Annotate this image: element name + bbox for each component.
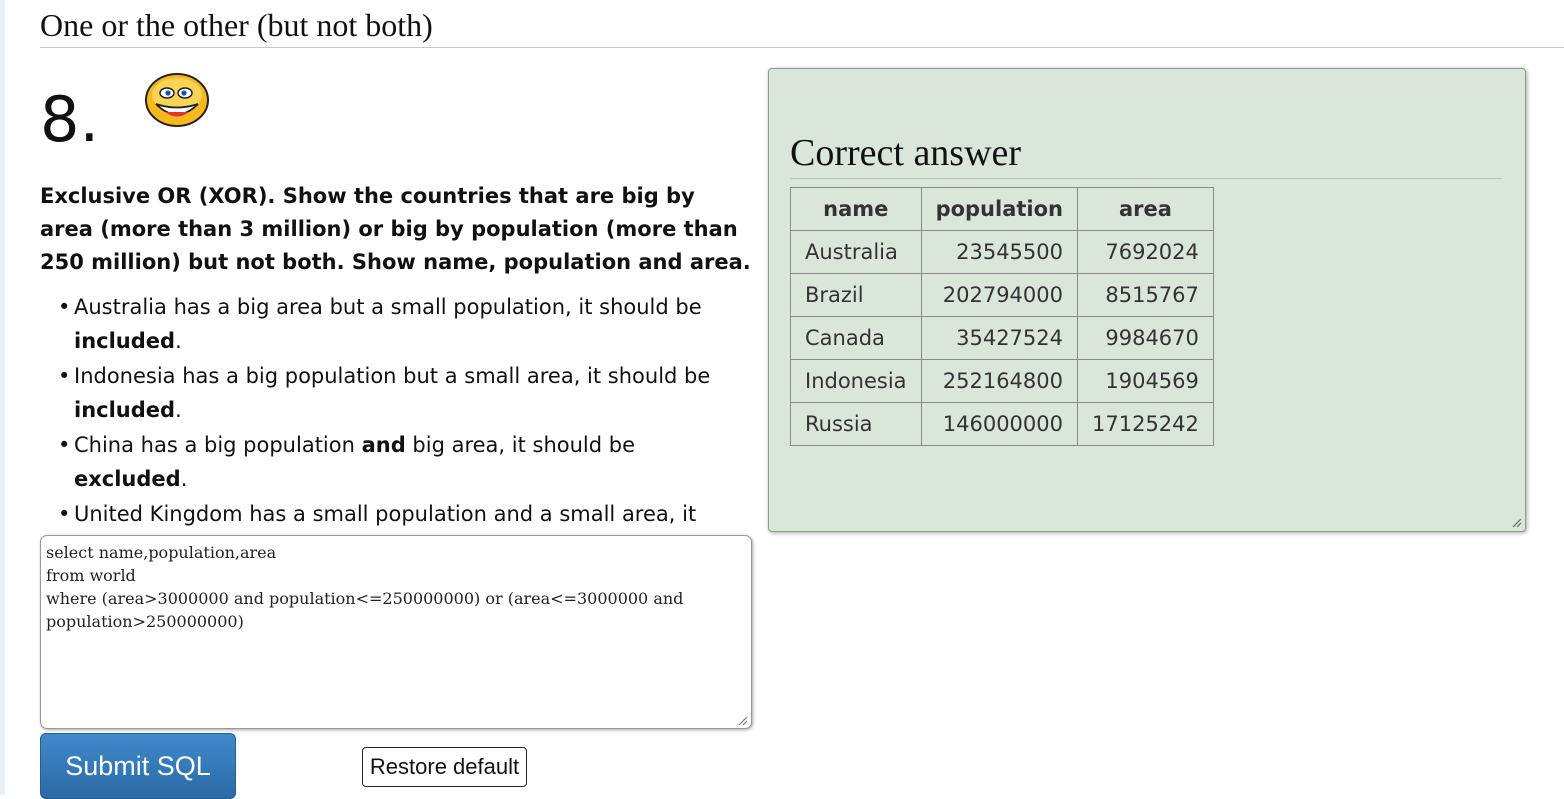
cell-name: Brazil <box>790 273 922 317</box>
cell-name: Indonesia <box>790 359 922 403</box>
column-header-name: name <box>790 187 922 231</box>
cell-population: 202794000 <box>920 273 1079 317</box>
table-row: Indonesia 252164800 1904569 <box>790 359 1214 403</box>
list-item: China has a big population and big area,… <box>40 428 752 496</box>
cell-population: 23545500 <box>920 230 1079 274</box>
restore-default-button[interactable]: Restore default <box>362 747 527 787</box>
answer-table: name population area Australia 23545500 … <box>790 187 1214 446</box>
cell-area: 1904569 <box>1077 359 1214 403</box>
resize-grip-icon[interactable] <box>1511 517 1522 528</box>
answer-title: Correct answer <box>790 131 1502 179</box>
hint-list: Australia has a big area but a small pop… <box>40 290 752 566</box>
table-row: Australia 23545500 7692024 <box>790 230 1214 274</box>
sql-editor[interactable]: select name,population,area from world w… <box>40 535 752 729</box>
question-number: 8. <box>40 83 100 156</box>
correct-answer-panel: Correct answer name population area Aust… <box>768 68 1526 532</box>
list-item: Australia has a big area but a small pop… <box>40 290 752 358</box>
section-title: One or the other (but not both) <box>40 4 1564 48</box>
cell-population: 35427524 <box>920 316 1079 360</box>
list-item: Indonesia has a big population but a sma… <box>40 359 752 427</box>
cell-area: 17125242 <box>1077 402 1214 446</box>
resize-grip-icon[interactable] <box>737 715 748 726</box>
cell-population: 146000000 <box>920 402 1079 446</box>
cell-area: 9984670 <box>1077 316 1214 360</box>
cell-population: 252164800 <box>920 359 1079 403</box>
submit-sql-button[interactable]: Submit SQL <box>40 733 236 799</box>
smiley-face-icon <box>145 73 209 127</box>
table-row: Russia 146000000 17125242 <box>790 402 1214 446</box>
question-text: Exclusive OR (XOR). Show the countries t… <box>40 184 751 274</box>
column-header-area: area <box>1077 187 1214 231</box>
cell-area: 8515767 <box>1077 273 1214 317</box>
cell-name: Australia <box>790 230 922 274</box>
table-row: Brazil 202794000 8515767 <box>790 273 1214 317</box>
table-row: Canada 35427524 9984670 <box>790 316 1214 360</box>
cell-name: Canada <box>790 316 922 360</box>
table-header-row: name population area <box>790 187 1214 231</box>
cell-area: 7692024 <box>1077 230 1214 274</box>
left-border <box>0 0 5 795</box>
column-header-population: population <box>920 187 1079 231</box>
cell-name: Russia <box>790 402 922 446</box>
